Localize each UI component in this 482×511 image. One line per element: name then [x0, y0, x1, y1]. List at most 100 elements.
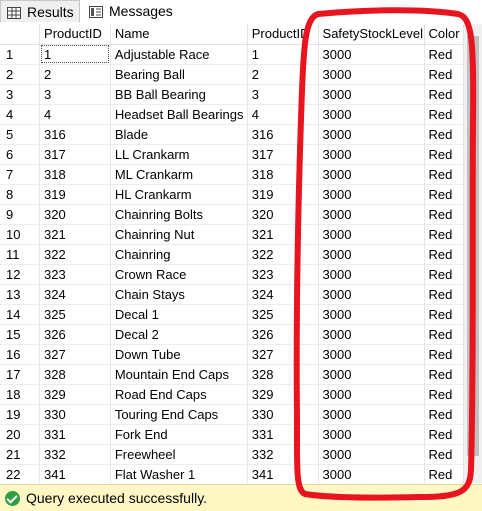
table-row[interactable]: 1 1 Adjustable Race 1 3000 Red: [0, 44, 482, 65]
table-row[interactable]: 19 330 Touring End Caps 330 3000 Red: [0, 404, 482, 425]
table-row[interactable]: 10 321 Chainring Nut 321 3000 Red: [0, 224, 482, 245]
cell-name[interactable]: Decal 2: [110, 324, 248, 345]
row-number[interactable]: 16: [0, 344, 41, 365]
cell-safetystocklevel[interactable]: 3000: [318, 264, 425, 285]
cell-productid[interactable]: 324: [39, 284, 111, 305]
table-row[interactable]: 7 318 ML Crankarm 318 3000 Red: [0, 164, 482, 185]
cell-name[interactable]: BB Ball Bearing: [110, 84, 248, 105]
cell-productid[interactable]: 328: [39, 364, 111, 385]
cell-productid-2[interactable]: 318: [247, 164, 319, 185]
cell-productid[interactable]: 316: [39, 124, 111, 145]
table-row[interactable]: 20 331 Fork End 331 3000 Red: [0, 424, 482, 445]
row-number[interactable]: 13: [0, 284, 41, 305]
results-grid[interactable]: ProductID Name ProductID SafetyStockLeve…: [0, 24, 482, 483]
cell-name[interactable]: ML Crankarm: [110, 164, 248, 185]
cell-productid[interactable]: 4: [39, 104, 111, 125]
cell-productid-2[interactable]: 321: [247, 224, 319, 245]
cell-safetystocklevel[interactable]: 3000: [318, 384, 425, 405]
cell-safetystocklevel[interactable]: 3000: [318, 464, 425, 483]
cell-productid-2[interactable]: 1: [247, 44, 319, 65]
table-row[interactable]: 8 319 HL Crankarm 319 3000 Red: [0, 184, 482, 205]
cell-safetystocklevel[interactable]: 3000: [318, 444, 425, 465]
row-number[interactable]: 14: [0, 304, 41, 325]
cell-name[interactable]: Blade: [110, 124, 248, 145]
cell-name[interactable]: Fork End: [110, 424, 248, 445]
cell-productid[interactable]: 330: [39, 404, 111, 425]
cell-name[interactable]: Chain Stays: [110, 284, 248, 305]
cell-productid-2[interactable]: 320: [247, 204, 319, 225]
cell-productid-2[interactable]: 2: [247, 64, 319, 85]
cell-productid[interactable]: 3: [39, 84, 111, 105]
table-row[interactable]: 15 326 Decal 2 326 3000 Red: [0, 324, 482, 345]
scrollbar-thumb[interactable]: [467, 36, 479, 456]
cell-safetystocklevel[interactable]: 3000: [318, 144, 425, 165]
row-number[interactable]: 12: [0, 264, 41, 285]
row-number[interactable]: 9: [0, 204, 41, 225]
row-number[interactable]: 20: [0, 424, 41, 445]
column-header-productid-2[interactable]: ProductID: [247, 24, 319, 45]
row-number[interactable]: 17: [0, 364, 41, 385]
cell-productid-2[interactable]: 330: [247, 404, 319, 425]
column-header-safetystocklevel[interactable]: SafetyStockLevel: [318, 24, 425, 45]
cell-name[interactable]: Chainring Nut: [110, 224, 248, 245]
row-number[interactable]: 3: [0, 84, 41, 105]
cell-name[interactable]: Mountain End Caps: [110, 364, 248, 385]
cell-productid[interactable]: 1: [39, 44, 111, 65]
row-number[interactable]: 7: [0, 164, 41, 185]
cell-safetystocklevel[interactable]: 3000: [318, 224, 425, 245]
cell-name[interactable]: LL Crankarm: [110, 144, 248, 165]
cell-safetystocklevel[interactable]: 3000: [318, 244, 425, 265]
cell-productid[interactable]: 319: [39, 184, 111, 205]
cell-productid[interactable]: 320: [39, 204, 111, 225]
table-row[interactable]: 13 324 Chain Stays 324 3000 Red: [0, 284, 482, 305]
cell-productid-2[interactable]: 329: [247, 384, 319, 405]
cell-productid-2[interactable]: 324: [247, 284, 319, 305]
cell-productid-2[interactable]: 317: [247, 144, 319, 165]
cell-productid[interactable]: 332: [39, 444, 111, 465]
cell-productid[interactable]: 329: [39, 384, 111, 405]
cell-productid-2[interactable]: 325: [247, 304, 319, 325]
cell-productid[interactable]: 318: [39, 164, 111, 185]
cell-productid-2[interactable]: 332: [247, 444, 319, 465]
cell-productid-2[interactable]: 322: [247, 244, 319, 265]
vertical-scrollbar[interactable]: [463, 24, 482, 483]
row-number[interactable]: 8: [0, 184, 41, 205]
row-number[interactable]: 5: [0, 124, 41, 145]
cell-name[interactable]: Bearing Ball: [110, 64, 248, 85]
cell-name[interactable]: Decal 1: [110, 304, 248, 325]
cell-productid[interactable]: 325: [39, 304, 111, 325]
cell-name[interactable]: Freewheel: [110, 444, 248, 465]
cell-safetystocklevel[interactable]: 3000: [318, 364, 425, 385]
cell-name[interactable]: Adjustable Race: [110, 44, 248, 65]
row-number[interactable]: 2: [0, 64, 41, 85]
table-row[interactable]: 16 327 Down Tube 327 3000 Red: [0, 344, 482, 365]
cell-safetystocklevel[interactable]: 3000: [318, 84, 425, 105]
cell-name[interactable]: Road End Caps: [110, 384, 248, 405]
row-number[interactable]: 19: [0, 404, 41, 425]
table-row[interactable]: 11 322 Chainring 322 3000 Red: [0, 244, 482, 265]
cell-productid-2[interactable]: 326: [247, 324, 319, 345]
table-row[interactable]: 3 3 BB Ball Bearing 3 3000 Red: [0, 84, 482, 105]
cell-safetystocklevel[interactable]: 3000: [318, 344, 425, 365]
cell-productid[interactable]: 341: [39, 464, 111, 483]
tab-results[interactable]: Results: [0, 0, 80, 22]
cell-productid[interactable]: 327: [39, 344, 111, 365]
cell-safetystocklevel[interactable]: 3000: [318, 304, 425, 325]
row-number[interactable]: 4: [0, 104, 41, 125]
table-row[interactable]: 5 316 Blade 316 3000 Red: [0, 124, 482, 145]
cell-productid[interactable]: 321: [39, 224, 111, 245]
table-row[interactable]: 21 332 Freewheel 332 3000 Red: [0, 444, 482, 465]
table-row[interactable]: 17 328 Mountain End Caps 328 3000 Red: [0, 364, 482, 385]
table-row[interactable]: 22 341 Flat Washer 1 341 3000 Red: [0, 464, 482, 483]
table-row[interactable]: 12 323 Crown Race 323 3000 Red: [0, 264, 482, 285]
cell-productid-2[interactable]: 323: [247, 264, 319, 285]
table-row[interactable]: 18 329 Road End Caps 329 3000 Red: [0, 384, 482, 405]
cell-productid[interactable]: 323: [39, 264, 111, 285]
cell-safetystocklevel[interactable]: 3000: [318, 424, 425, 445]
cell-name[interactable]: Flat Washer 1: [110, 464, 248, 483]
cell-productid-2[interactable]: 331: [247, 424, 319, 445]
cell-productid[interactable]: 331: [39, 424, 111, 445]
row-number[interactable]: 15: [0, 324, 41, 345]
column-header-productid[interactable]: ProductID: [39, 24, 111, 45]
cell-productid-2[interactable]: 316: [247, 124, 319, 145]
